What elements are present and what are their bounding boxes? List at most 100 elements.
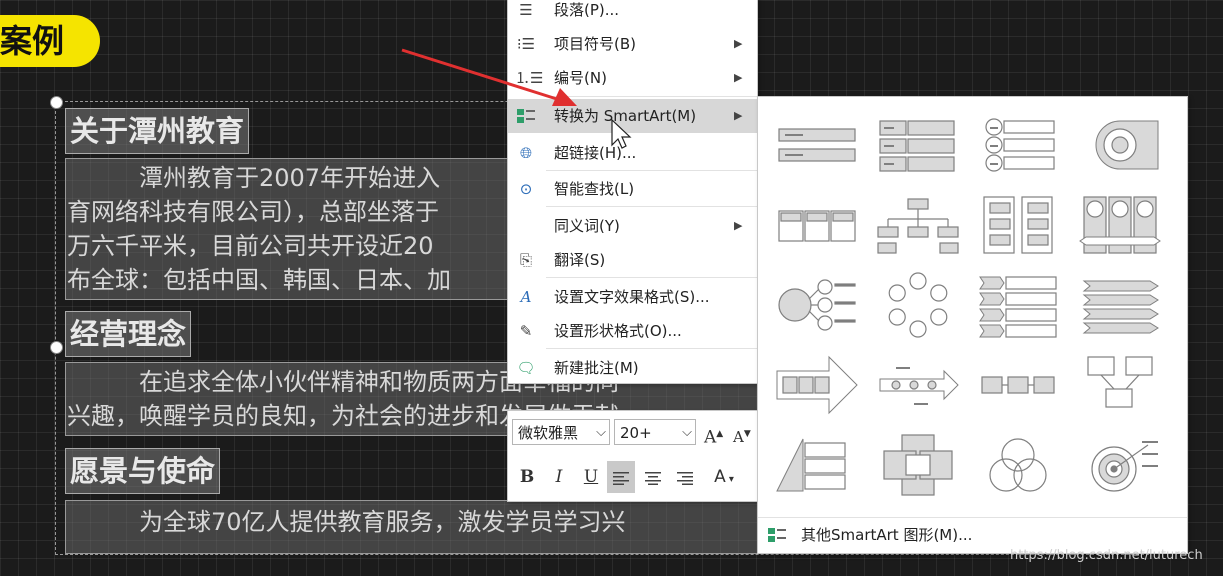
smartart-layout-4[interactable]: [1076, 109, 1164, 181]
gallery-separator: [758, 517, 1187, 518]
mini-toolbar: 微软雅黑 ⌵ 20+ ⌵ A▲ A▼ B I U A ▾: [507, 410, 758, 502]
align-center-icon: [645, 471, 661, 485]
grow-font-button[interactable]: A▲: [704, 423, 728, 448]
smartart-layout-thumbnail: [981, 376, 1055, 394]
smartart-layout-thumbnail: [888, 272, 948, 338]
menu-item-bullets[interactable]: ⁝☰ 项目符号(B) ▶: [508, 27, 757, 61]
font-name-combo[interactable]: 微软雅黑 ⌵: [512, 419, 610, 445]
smartart-layout-thumbnail: [1091, 441, 1158, 492]
smartart-layout-1[interactable]: [773, 109, 861, 181]
chevron-down-icon: ⌵: [596, 425, 606, 440]
heading-philosophy: 经营理念: [65, 311, 192, 357]
smartart-layout-thumbnail: [778, 210, 856, 242]
smartart-layout-14[interactable]: [874, 349, 962, 421]
smartart-layout-2[interactable]: [874, 109, 962, 181]
translate-icon: ⎘: [519, 251, 532, 269]
smartart-layout-11[interactable]: [974, 269, 1062, 341]
heading-about: 关于潭州教育: [65, 108, 250, 154]
smartart-layout-thumbnail: [979, 276, 1057, 338]
smartart-layout-thumbnail: [776, 355, 858, 415]
shrink-font-button[interactable]: A▼: [733, 423, 757, 446]
smartart-layout-thumbnail: [1087, 356, 1153, 408]
align-right-icon: [677, 471, 693, 485]
smartart-layout-19[interactable]: [974, 429, 1062, 501]
smartart-layout-thumbnail: [883, 434, 953, 496]
smartart-layout-thumbnail: [776, 438, 846, 492]
smartart-layout-thumbnail: [1082, 280, 1159, 334]
smartart-icon: [515, 106, 537, 126]
paragraph-about-line-1: 潭州教育于2007年开始进入: [67, 164, 441, 192]
bold-button[interactable]: B: [513, 461, 541, 493]
align-left-button[interactable]: [607, 461, 635, 493]
smartart-layout-8[interactable]: [1076, 189, 1164, 261]
text-effect-icon: A: [520, 288, 532, 306]
menu-item-convert-smartart[interactable]: 转换为 SmartArt(M) ▶: [508, 99, 757, 133]
paragraph-icon: ☰: [519, 1, 533, 19]
smartart-layout-thumbnail: [879, 367, 959, 405]
smartart-layout-12[interactable]: [1076, 269, 1164, 341]
bullets-icon: ⁝☰: [516, 35, 536, 53]
smartart-layout-thumbnail: [1095, 120, 1159, 170]
resize-handle-top-left[interactable]: [50, 96, 63, 109]
smartart-layout-7[interactable]: [974, 189, 1062, 261]
menu-item-synonyms[interactable]: 同义词(Y) ▶: [508, 209, 757, 243]
smartart-layout-thumbnail: [1079, 196, 1161, 254]
menu-separator: [546, 206, 757, 207]
smartart-layout-13[interactable]: [773, 349, 861, 421]
smartart-gallery: 其他SmartArt 图形(M)...: [757, 96, 1188, 554]
hyperlink-icon: 🌐︎: [519, 144, 532, 162]
smartart-layout-thumbnail: [983, 196, 1053, 254]
menu-item-translate[interactable]: ⎘ 翻译(S): [508, 243, 757, 277]
menu-item-shape-format[interactable]: ✎ 设置形状格式(O)...: [508, 314, 757, 348]
paragraph-about-line-2: 育网络科技有限公司），总部坐落于: [67, 198, 439, 226]
resize-handle-left[interactable]: [50, 341, 63, 354]
case-badge: 案例: [0, 15, 100, 67]
comment-icon: 🗨︎: [516, 359, 536, 377]
context-menu: ☰ 段落(P)... ⁝☰ 项目符号(B) ▶ ⒈☰ 编号(N) ▶ 转换为 S…: [507, 0, 758, 384]
smartart-icon: [766, 525, 788, 545]
paragraph-vision-line-1: 为全球70亿人提供教育服务，激发学员学习兴: [67, 508, 626, 536]
menu-separator: [546, 277, 757, 278]
underline-button[interactable]: U: [577, 461, 605, 493]
smartart-layout-6[interactable]: [874, 189, 962, 261]
italic-button[interactable]: I: [545, 461, 573, 493]
smartart-layout-9[interactable]: [773, 269, 861, 341]
paragraph-about-line-3: 万六千平米，目前公司共开设近20: [67, 232, 434, 260]
smartart-layout-15[interactable]: [974, 349, 1062, 421]
smartart-layout-thumbnail: [985, 118, 1055, 172]
menu-item-smart-lookup[interactable]: ⊙ 智能查找(L): [508, 172, 757, 206]
font-size-combo[interactable]: 20+ ⌵: [614, 419, 696, 445]
smartart-layout-17[interactable]: [773, 429, 861, 501]
menu-separator: [546, 348, 757, 349]
smartart-layout-5[interactable]: [773, 189, 861, 261]
align-right-button[interactable]: [671, 461, 699, 493]
smartart-layout-3[interactable]: [974, 109, 1062, 181]
smartart-layout-thumbnail: [778, 128, 856, 162]
submenu-arrow-icon: ▶: [734, 109, 743, 122]
font-color-button[interactable]: A ▾: [704, 461, 744, 493]
menu-item-numbering[interactable]: ⒈☰ 编号(N) ▶: [508, 61, 757, 95]
smartart-layout-16[interactable]: [1076, 349, 1164, 421]
shape-format-icon: ✎: [519, 322, 533, 340]
menu-item-new-comment[interactable]: 🗨︎ 新建批注(M): [508, 351, 757, 385]
heading-vision: 愿景与使命: [65, 448, 221, 494]
smartart-layout-thumbnail: [778, 279, 856, 331]
menu-separator: [546, 96, 757, 97]
smartart-layout-18[interactable]: [874, 429, 962, 501]
menu-item-hyperlink[interactable]: 🌐︎ 超链接(H)...: [508, 136, 757, 170]
paragraph-about-line-4: 布全球：包括中国、韩国、日本、加: [67, 266, 451, 294]
smartart-layout-thumbnail: [989, 438, 1047, 492]
submenu-arrow-icon: ▶: [734, 37, 743, 50]
menu-item-paragraph[interactable]: ☰ 段落(P)...: [508, 0, 757, 27]
menu-separator: [546, 170, 757, 171]
smartart-layout-10[interactable]: [874, 269, 962, 341]
submenu-arrow-icon: ▶: [734, 219, 743, 232]
align-center-button[interactable]: [639, 461, 667, 493]
smartart-layout-thumbnail: [879, 120, 955, 172]
watermark: https://blog.csdn.net/luturech: [1010, 548, 1203, 563]
numbering-icon: ⒈☰: [515, 69, 544, 87]
align-left-icon: [613, 471, 629, 485]
smartart-layout-20[interactable]: [1076, 429, 1164, 501]
smart-lookup-icon: ⊙: [519, 180, 533, 198]
menu-item-text-effects[interactable]: A 设置文字效果格式(S)...: [508, 280, 757, 314]
